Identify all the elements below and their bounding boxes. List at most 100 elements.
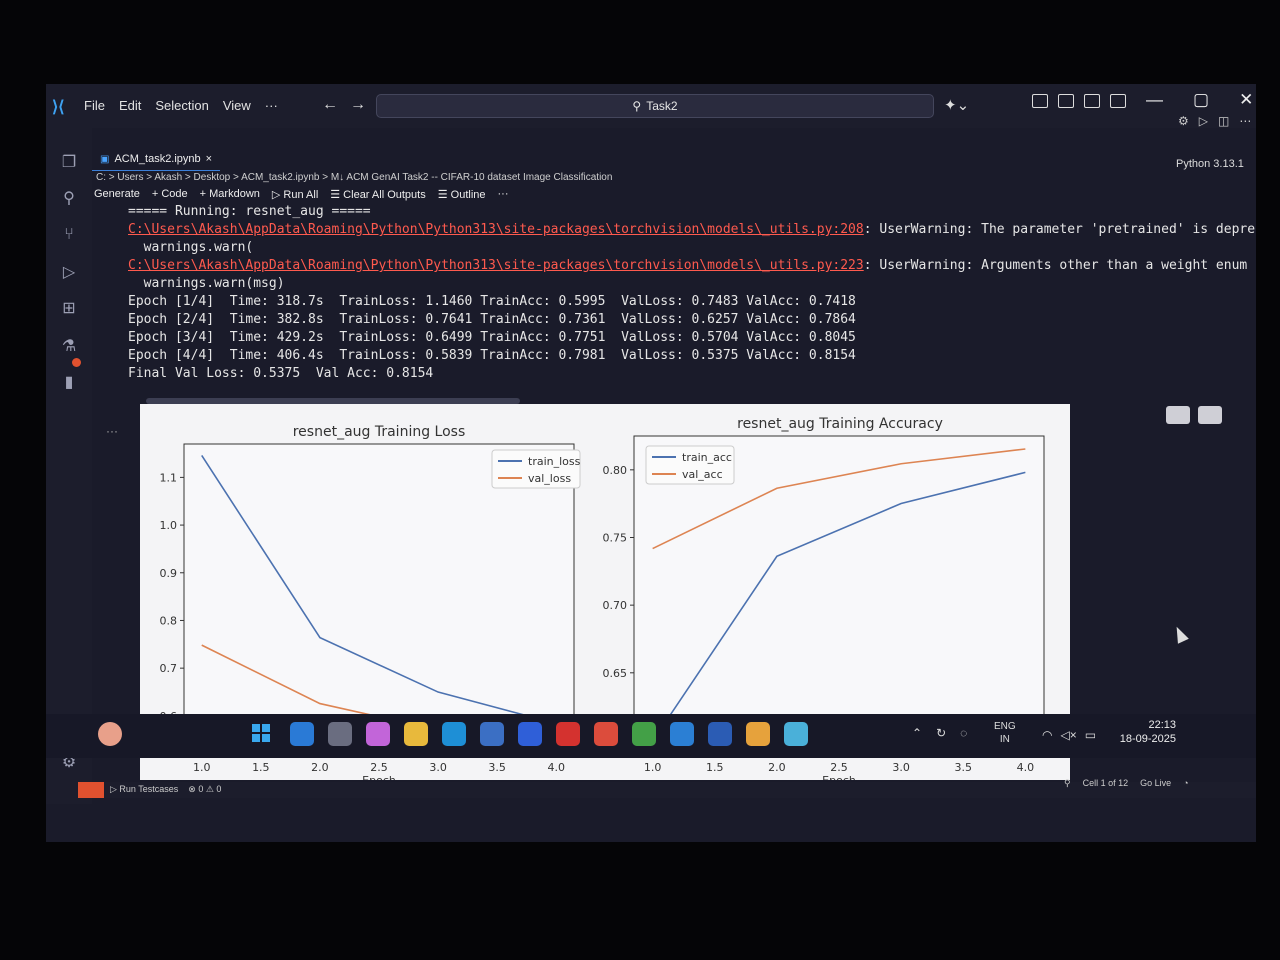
status-left: ▷ Run Testcases ⊗ 0 ⚠ 0: [110, 784, 221, 795]
tab-acm-task2[interactable]: ▣ ACM_task2.ipynb ×: [92, 148, 221, 171]
output-epoch-line: Epoch [2/4] Time: 382.8s TrainLoss: 0.76…: [128, 312, 856, 327]
y-tick-label: 0.9: [160, 567, 178, 580]
notifications-icon[interactable]: ◔: [1183, 778, 1188, 789]
maximize-button[interactable]: ▢: [1193, 90, 1209, 110]
legend-label: val_acc: [682, 468, 723, 481]
chrome-alt-icon[interactable]: [746, 722, 770, 746]
quick-settings[interactable]: ◠ ◁× ▭: [1042, 728, 1096, 742]
warning-path-link[interactable]: C:\Users\Akash\AppData\Roaming\Python\Py…: [128, 222, 864, 237]
kernel-picker[interactable]: Python 3.13.1: [1176, 158, 1244, 170]
tab-close-icon[interactable]: ×: [206, 153, 212, 165]
tray-app-icon[interactable]: ◌: [960, 726, 967, 740]
output-epoch-line: Epoch [1/4] Time: 318.7s TrainLoss: 1.14…: [128, 294, 856, 309]
copy-output-icon[interactable]: [1166, 406, 1190, 424]
start-button[interactable]: [252, 724, 270, 742]
y-tick-label: 0.70: [603, 599, 628, 612]
breadcrumb[interactable]: C: > Users > Akash > Desktop > ACM_task2…: [96, 172, 612, 183]
notepad-icon[interactable]: [784, 722, 808, 746]
command-center-search[interactable]: ⚲ Task2: [376, 94, 934, 118]
vscode-taskbar-icon[interactable]: [670, 722, 694, 746]
input-language[interactable]: ENG IN: [994, 720, 1016, 746]
chart-title: resnet_aug Training Accuracy: [737, 416, 943, 432]
wifi-icon: ◠: [1042, 728, 1053, 742]
copilot-app-icon[interactable]: [366, 722, 390, 746]
output-epoch-line: Epoch [3/4] Time: 429.2s TrainLoss: 0.64…: [128, 330, 856, 345]
vscode-logo-icon: ⟩⟨: [52, 99, 65, 116]
mcafee-icon[interactable]: [556, 722, 580, 746]
y-tick-label: 1.0: [160, 519, 178, 532]
x-tick-label: 3.0: [892, 761, 910, 774]
close-button[interactable]: ✕: [1239, 90, 1253, 110]
clear-outputs-button[interactable]: ☰ Clear All Outputs: [330, 188, 425, 201]
chrome-icon[interactable]: [594, 722, 618, 746]
toggle-panel-icon[interactable]: [1084, 94, 1100, 108]
chrome-profile-icon[interactable]: [632, 722, 656, 746]
x-axis-label: Epoch: [362, 774, 396, 780]
output-warn-call-2: warnings.warn(msg): [128, 276, 285, 291]
lenovo-app-icon[interactable]: [518, 722, 542, 746]
run-all-button[interactable]: ▷ Run All: [272, 188, 318, 201]
search-icon[interactable]: ⚲: [60, 190, 78, 208]
explorer-icon[interactable]: ❐: [60, 154, 78, 172]
menu-file[interactable]: File: [84, 98, 105, 113]
battery-icon: ▭: [1084, 728, 1097, 742]
notebook-toolbar: Generate + Code + Markdown ▷ Run All ☰ C…: [94, 188, 509, 201]
word-icon[interactable]: [708, 722, 732, 746]
output-running: ===== Running: resnet_aug =====: [128, 204, 371, 219]
x-tick-label: 2.5: [370, 761, 388, 774]
menu-edit[interactable]: Edit: [119, 98, 141, 113]
outline-button[interactable]: ☰ Outline: [438, 188, 486, 201]
edge-icon[interactable]: [442, 722, 466, 746]
toggle-secondary-sidebar-icon[interactable]: [1110, 94, 1126, 108]
search-taskbar-icon[interactable]: [290, 722, 314, 746]
add-code-button[interactable]: + Code: [152, 188, 188, 201]
add-markdown-button[interactable]: + Markdown: [200, 188, 260, 201]
gear-icon[interactable]: ⚙: [1178, 114, 1189, 128]
x-tick-label: 3.5: [488, 761, 506, 774]
testing-icon[interactable]: ⚗: [60, 338, 78, 356]
file-explorer-icon[interactable]: [404, 722, 428, 746]
minimize-button[interactable]: —: [1146, 90, 1163, 110]
task-view-icon[interactable]: [328, 722, 352, 746]
problems-indicator[interactable]: ⊗ 0 ⚠ 0: [188, 784, 221, 795]
run-debug-icon[interactable]: ▷: [60, 264, 78, 282]
customize-layout-icon[interactable]: [1032, 94, 1048, 108]
save-output-icon[interactable]: [1198, 406, 1222, 424]
toolbar-more-button[interactable]: ···: [498, 188, 509, 201]
search-icon: ⚲: [632, 99, 642, 113]
sync-icon[interactable]: ↻: [936, 726, 946, 740]
widgets-icon[interactable]: [98, 722, 122, 746]
warning-path-link[interactable]: C:\Users\Akash\AppData\Roaming\Python\Py…: [128, 258, 864, 273]
zoom-icon[interactable]: ⚲: [1064, 778, 1071, 789]
cell-indicator[interactable]: Cell 1 of 12: [1083, 778, 1129, 789]
run-icon[interactable]: ▷: [1199, 114, 1208, 128]
more-actions-icon[interactable]: ⋯: [1239, 114, 1251, 128]
extensions-icon[interactable]: ⊞: [60, 300, 78, 318]
remote-indicator[interactable]: [78, 782, 104, 798]
menu-selection[interactable]: Selection: [155, 98, 208, 113]
time: 22:13: [1148, 719, 1176, 731]
output-epoch-line: Epoch [4/4] Time: 406.4s TrainLoss: 0.58…: [128, 348, 856, 363]
go-live-button[interactable]: Go Live: [1140, 778, 1171, 789]
clock[interactable]: 22:13 18-09-2025: [1106, 718, 1176, 746]
menu-more[interactable]: ···: [265, 98, 278, 113]
nav-arrows: ← →: [322, 96, 366, 114]
copilot-icon[interactable]: ✦⌄: [944, 96, 969, 114]
menu-view[interactable]: View: [223, 98, 251, 113]
legend-label: train_acc: [682, 451, 732, 464]
toggle-sidebar-icon[interactable]: [1058, 94, 1074, 108]
notebook-file-icon: ▣: [100, 153, 110, 165]
source-control-icon[interactable]: ⑂: [60, 226, 78, 244]
run-testcases-button[interactable]: ▷ Run Testcases: [110, 784, 178, 795]
store-icon[interactable]: [480, 722, 504, 746]
cell-more-icon[interactable]: ···: [106, 424, 118, 438]
forward-arrow-icon[interactable]: →: [350, 96, 366, 114]
chevron-up-icon[interactable]: ⌃: [912, 726, 922, 740]
y-tick-label: 0.80: [603, 464, 628, 477]
back-arrow-icon[interactable]: ←: [322, 96, 338, 114]
chart-icon[interactable]: ▮: [60, 374, 78, 392]
output-warning-2: C:\Users\Akash\AppData\Roaming\Python\Py…: [128, 258, 1247, 273]
generate-button[interactable]: Generate: [94, 188, 140, 201]
output-warn-call-1: warnings.warn(: [128, 240, 254, 255]
split-editor-icon[interactable]: ◫: [1218, 114, 1229, 128]
